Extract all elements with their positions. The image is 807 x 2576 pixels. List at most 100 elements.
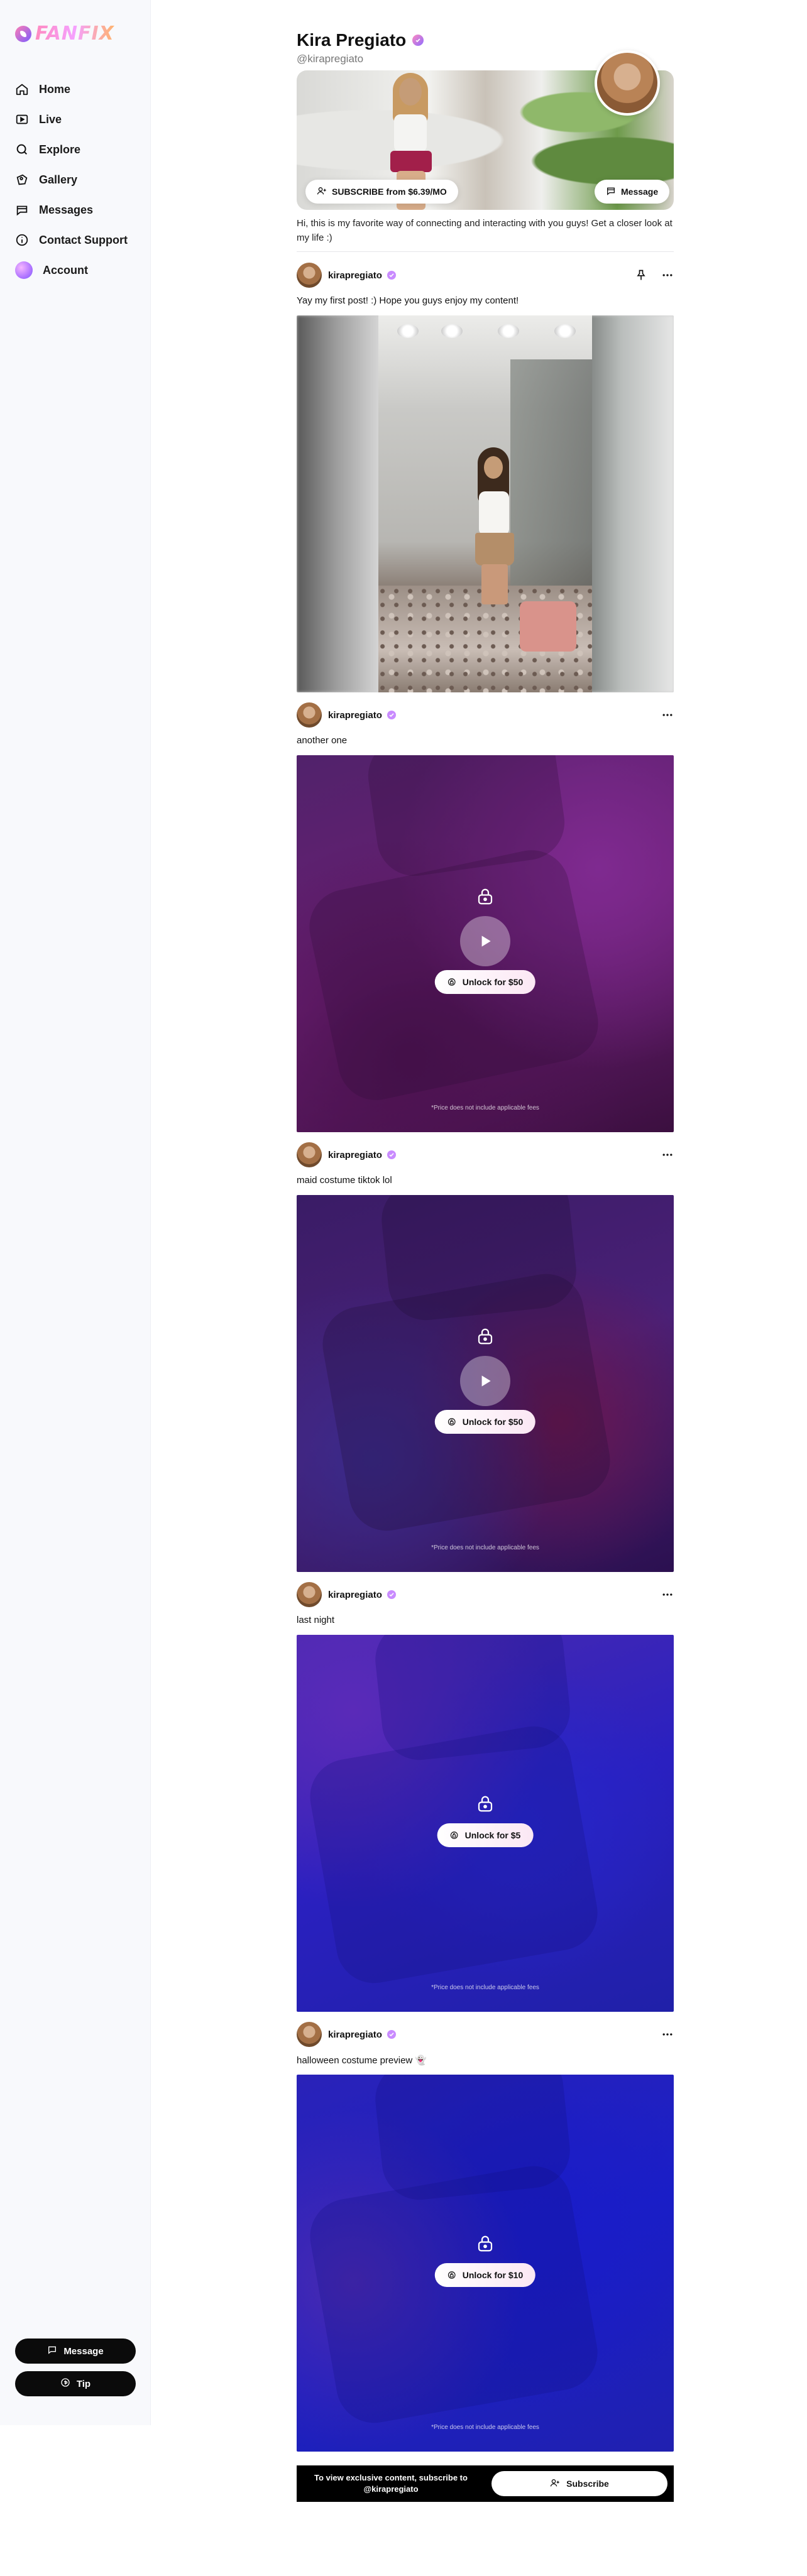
subscribe-bar-button-label: Subscribe bbox=[566, 2479, 609, 2489]
message-button[interactable]: Message bbox=[595, 180, 670, 204]
sidebar-item-home[interactable]: Home bbox=[15, 74, 141, 104]
unlock-coin-icon bbox=[447, 1418, 456, 1426]
sidebar-item-label: Messages bbox=[39, 203, 94, 216]
home-icon bbox=[15, 82, 29, 96]
post-header: kirapregiato bbox=[297, 1142, 674, 1167]
unlock-label: Unlock for $50 bbox=[462, 977, 524, 987]
verified-badge-icon bbox=[412, 35, 424, 46]
unlock-button[interactable]: Unlock for $10 bbox=[434, 2263, 536, 2287]
sidebar: FANFIX Home Live Explore Gallery Message… bbox=[0, 0, 151, 2425]
play-button[interactable] bbox=[460, 916, 510, 966]
subscribe-label: SUBSCRIBE from $6.39/MO bbox=[332, 187, 447, 197]
subscribe-bar-button[interactable]: Subscribe bbox=[491, 2471, 667, 2496]
sidebar-nav: Home Live Explore Gallery Messages Conta… bbox=[15, 74, 141, 285]
gallery-icon bbox=[15, 173, 29, 187]
logo-icon bbox=[15, 25, 31, 42]
avatar bbox=[15, 261, 33, 279]
post-avatar[interactable] bbox=[297, 1582, 322, 1607]
sidebar-message-button[interactable]: Message bbox=[15, 2339, 136, 2364]
post-username[interactable]: kirapregiato bbox=[328, 1150, 382, 1160]
sidebar-item-account[interactable]: Account bbox=[15, 255, 141, 285]
sidebar-item-label: Contact Support bbox=[39, 233, 128, 246]
post-username[interactable]: kirapregiato bbox=[328, 710, 382, 721]
post-caption: Yay my first post! :) Hope you guys enjo… bbox=[297, 295, 519, 306]
post-caption: maid costume tiktok lol bbox=[297, 1175, 392, 1186]
more-options-icon[interactable] bbox=[661, 709, 674, 721]
sidebar-tip-button[interactable]: Tip bbox=[15, 2371, 136, 2396]
unlock-coin-icon bbox=[450, 1831, 458, 1839]
message-icon bbox=[47, 2345, 57, 2357]
fees-note: *Price does not include applicable fees bbox=[431, 2424, 539, 2431]
fees-note: *Price does not include applicable fees bbox=[431, 1105, 539, 1111]
sidebar-item-label: Gallery bbox=[39, 173, 78, 186]
verified-badge-icon bbox=[387, 2030, 396, 2039]
user-plus-icon bbox=[317, 186, 327, 198]
post-caption: halloween costume preview 👻 bbox=[297, 2055, 427, 2066]
pin-icon[interactable] bbox=[635, 269, 647, 281]
profile-handle: @kirapregiato bbox=[297, 53, 364, 65]
message-label: Message bbox=[621, 187, 659, 197]
profile-name: Kira Pregiato bbox=[297, 30, 424, 50]
subscribe-bar: To view exclusive content, subscribe to … bbox=[297, 2465, 674, 2502]
sidebar-tip-label: Tip bbox=[76, 2378, 91, 2389]
lock-icon bbox=[478, 1796, 493, 1812]
sidebar-item-messages[interactable]: Messages bbox=[15, 195, 141, 225]
divider bbox=[297, 251, 674, 252]
tip-icon bbox=[60, 2377, 70, 2390]
search-icon bbox=[15, 143, 29, 156]
unlock-button[interactable]: Unlock for $5 bbox=[437, 1823, 534, 1847]
subscribe-bar-text: To view exclusive content, subscribe to … bbox=[314, 2473, 468, 2494]
locked-media: Unlock for $50 *Price does not include a… bbox=[297, 755, 674, 1132]
fanfix-logo[interactable]: FANFIX bbox=[15, 23, 114, 45]
lock-icon bbox=[478, 2235, 493, 2252]
post-avatar[interactable] bbox=[297, 1142, 322, 1167]
verified-badge-icon bbox=[387, 1150, 396, 1159]
messages-icon bbox=[15, 203, 29, 217]
verified-badge-icon bbox=[387, 711, 396, 719]
post-username[interactable]: kirapregiato bbox=[328, 270, 382, 281]
post-header: kirapregiato bbox=[297, 263, 674, 288]
unlock-coin-icon bbox=[447, 2271, 456, 2279]
post-username[interactable]: kirapregiato bbox=[328, 2029, 382, 2040]
profile-name-text: Kira Pregiato bbox=[297, 30, 407, 50]
lock-icon bbox=[478, 888, 493, 905]
more-options-icon[interactable] bbox=[661, 1588, 674, 1601]
sidebar-item-explore[interactable]: Explore bbox=[15, 134, 141, 165]
unlock-label: Unlock for $50 bbox=[462, 1417, 524, 1427]
post-avatar[interactable] bbox=[297, 702, 322, 728]
profile-avatar[interactable] bbox=[595, 50, 660, 116]
fees-note: *Price does not include applicable fees bbox=[431, 1984, 539, 1991]
post-username[interactable]: kirapregiato bbox=[328, 1590, 382, 1600]
post-photo[interactable] bbox=[297, 315, 674, 692]
more-options-icon[interactable] bbox=[661, 269, 674, 281]
unlock-button[interactable]: Unlock for $50 bbox=[434, 1410, 536, 1434]
post-header: kirapregiato bbox=[297, 702, 674, 728]
post-header: kirapregiato bbox=[297, 2022, 674, 2047]
play-button[interactable] bbox=[460, 1356, 510, 1406]
sidebar-item-label: Explore bbox=[39, 143, 81, 156]
user-plus-icon bbox=[550, 2478, 560, 2490]
info-icon bbox=[15, 233, 29, 247]
locked-media: Unlock for $50 *Price does not include a… bbox=[297, 1195, 674, 1572]
post-avatar[interactable] bbox=[297, 2022, 322, 2047]
sidebar-message-label: Message bbox=[63, 2345, 104, 2357]
more-options-icon[interactable] bbox=[661, 2028, 674, 2041]
unlock-button[interactable]: Unlock for $50 bbox=[434, 970, 536, 994]
unlock-coin-icon bbox=[447, 978, 456, 986]
fees-note: *Price does not include applicable fees bbox=[431, 1544, 539, 1551]
post-avatar[interactable] bbox=[297, 263, 322, 288]
verified-badge-icon bbox=[387, 271, 396, 280]
lock-icon bbox=[478, 1328, 493, 1345]
verified-badge-icon bbox=[387, 1590, 396, 1599]
live-icon bbox=[15, 112, 29, 126]
unlock-label: Unlock for $5 bbox=[464, 1830, 521, 1840]
more-options-icon[interactable] bbox=[661, 1149, 674, 1161]
profile-bio: Hi, this is my favorite way of connectin… bbox=[297, 218, 672, 243]
sidebar-item-contact-support[interactable]: Contact Support bbox=[15, 225, 141, 255]
sidebar-item-live[interactable]: Live bbox=[15, 104, 141, 134]
sidebar-item-label: Account bbox=[43, 263, 88, 276]
post-header: kirapregiato bbox=[297, 1582, 674, 1607]
subscribe-button[interactable]: SUBSCRIBE from $6.39/MO bbox=[305, 180, 458, 204]
locked-media: Unlock for $5 *Price does not include ap… bbox=[297, 1635, 674, 2012]
sidebar-item-gallery[interactable]: Gallery bbox=[15, 165, 141, 195]
